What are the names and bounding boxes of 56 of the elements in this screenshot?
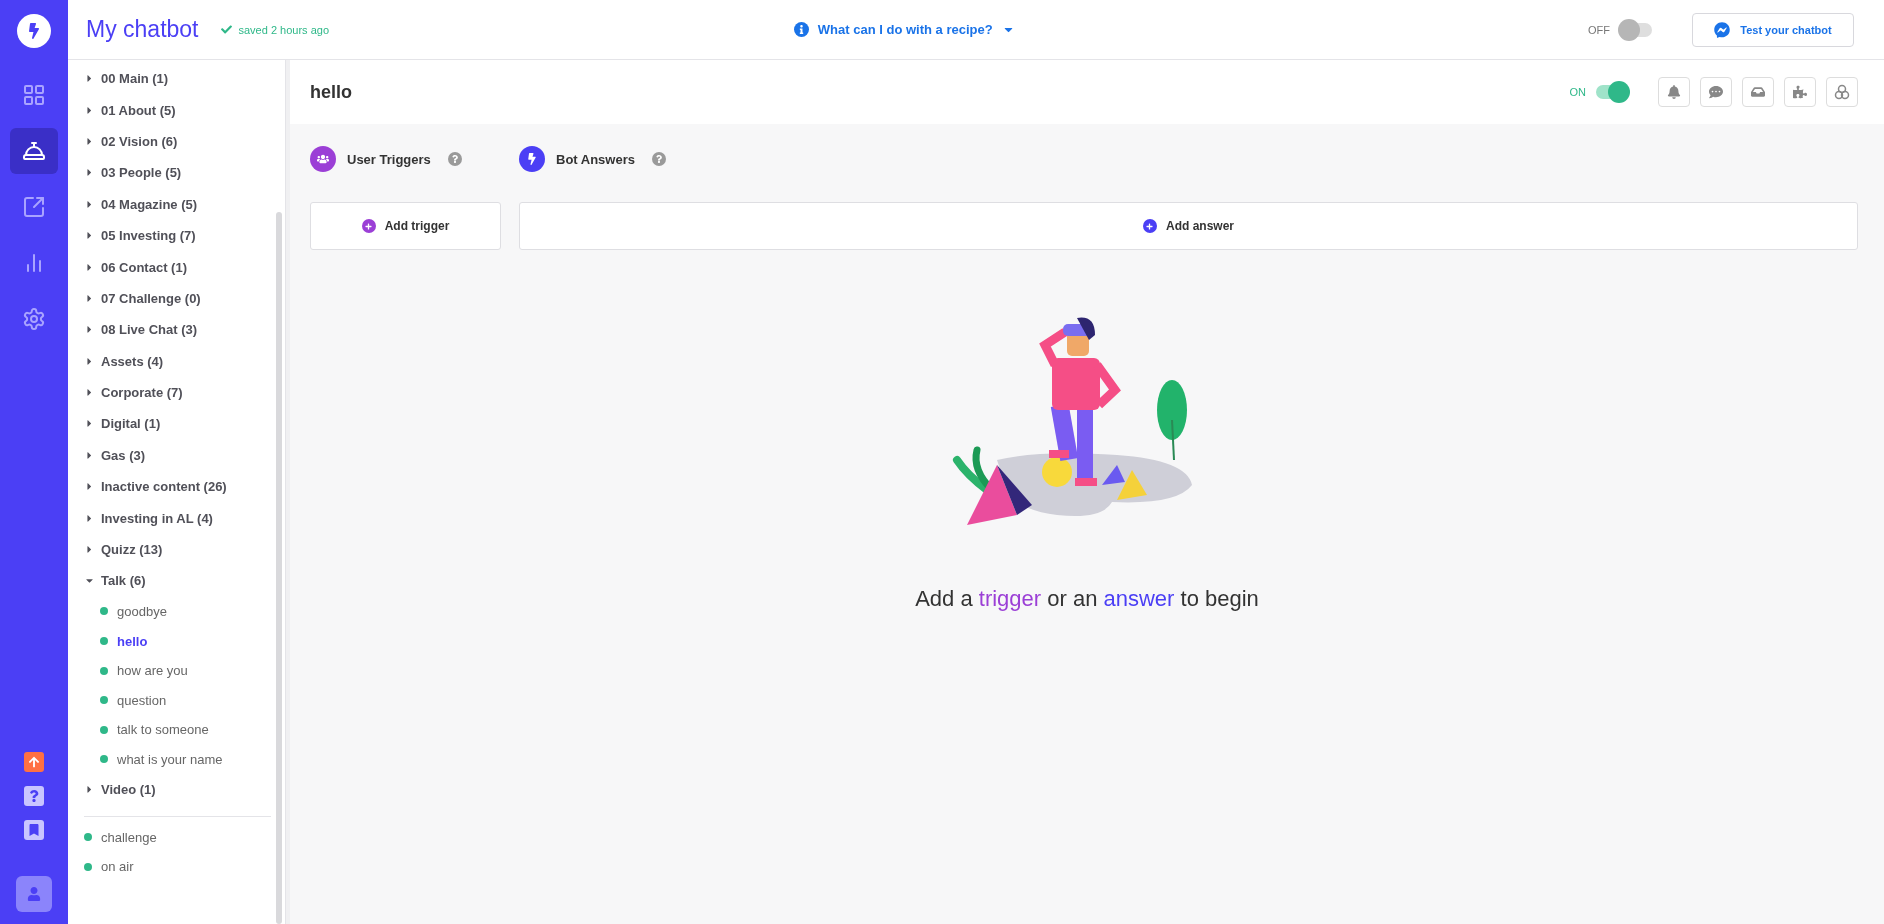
user-avatar[interactable] [16,876,52,912]
folder-item[interactable]: Corporate (7) [84,376,285,409]
check-icon [220,24,232,35]
recipe-link[interactable]: What can I do with a recipe? [787,21,1021,38]
folder-item[interactable]: Inactive content (26) [84,471,285,503]
folder-item[interactable]: 02 Vision (6) [84,125,285,158]
folder-item[interactable]: Assets (4) [84,345,285,377]
inbox-button[interactable] [1742,77,1774,107]
info-icon [793,22,809,37]
plus-icon [361,219,376,233]
folder-item[interactable]: Talk (6) [84,565,285,597]
inbox-icon [1751,85,1765,99]
bookmark-icon[interactable] [24,820,44,840]
folder-item[interactable]: 05 Investing (7) [84,219,285,252]
rings-icon [1834,84,1850,100]
users-icon [310,146,336,172]
help-icon[interactable] [24,786,44,806]
upload-icon[interactable] [24,752,44,772]
comment-icon [1709,85,1723,99]
folder-item[interactable]: 04 Magazine (5) [84,188,285,220]
folder-item[interactable]: Video (1) [84,774,285,806]
toggle-label: ON [1569,86,1586,98]
folder-item[interactable]: 06 Contact (1) [84,251,285,283]
empty-state-message: Add a trigger or an answer to begin [915,586,1259,612]
folder-item[interactable]: Gas (3) [84,439,285,472]
section-heading: User Triggers [347,151,431,167]
puzzle-icon [1793,85,1807,99]
folder-item[interactable]: 00 Main (1) [84,63,285,95]
bolt-icon [519,146,545,172]
chat-bolt-logo-icon[interactable] [17,14,51,48]
folder-item[interactable]: 07 Challenge (0) [84,282,285,315]
folder-item[interactable]: Digital (1) [84,408,285,440]
messenger-icon [1714,21,1731,38]
folder-item[interactable]: 01 About (5) [84,94,285,126]
add-button[interactable]: Add answer [519,202,1858,250]
saved-status: saved 2 hours ago [238,23,329,36]
service-bell-icon[interactable] [10,128,58,174]
plus-icon [1143,219,1157,233]
puzzle-button[interactable] [1784,77,1816,107]
add-button[interactable]: Add trigger [310,202,501,250]
comment-button[interactable] [1700,77,1732,107]
folder-item[interactable]: Investing in AL (4) [84,502,285,534]
help-icon[interactable] [447,152,462,166]
folder-item[interactable]: 03 People (5) [84,157,285,189]
folder-item[interactable]: 08 Live Chat (3) [84,314,285,346]
rings-button[interactable] [1826,77,1858,107]
bell-icon [1667,85,1681,99]
toggle-label: OFF [1588,23,1610,36]
recipe-title: hello [310,81,353,103]
chatbot-title: My chatbot [86,16,199,43]
folder-item[interactable]: Quizz (13) [84,533,285,566]
bell-button[interactable] [1658,77,1690,107]
scrollbar[interactable] [276,212,282,924]
help-icon[interactable] [652,152,666,166]
section-heading: Bot Answers [556,151,635,167]
test-chatbot-button[interactable]: Test your chatbot [1692,12,1854,47]
